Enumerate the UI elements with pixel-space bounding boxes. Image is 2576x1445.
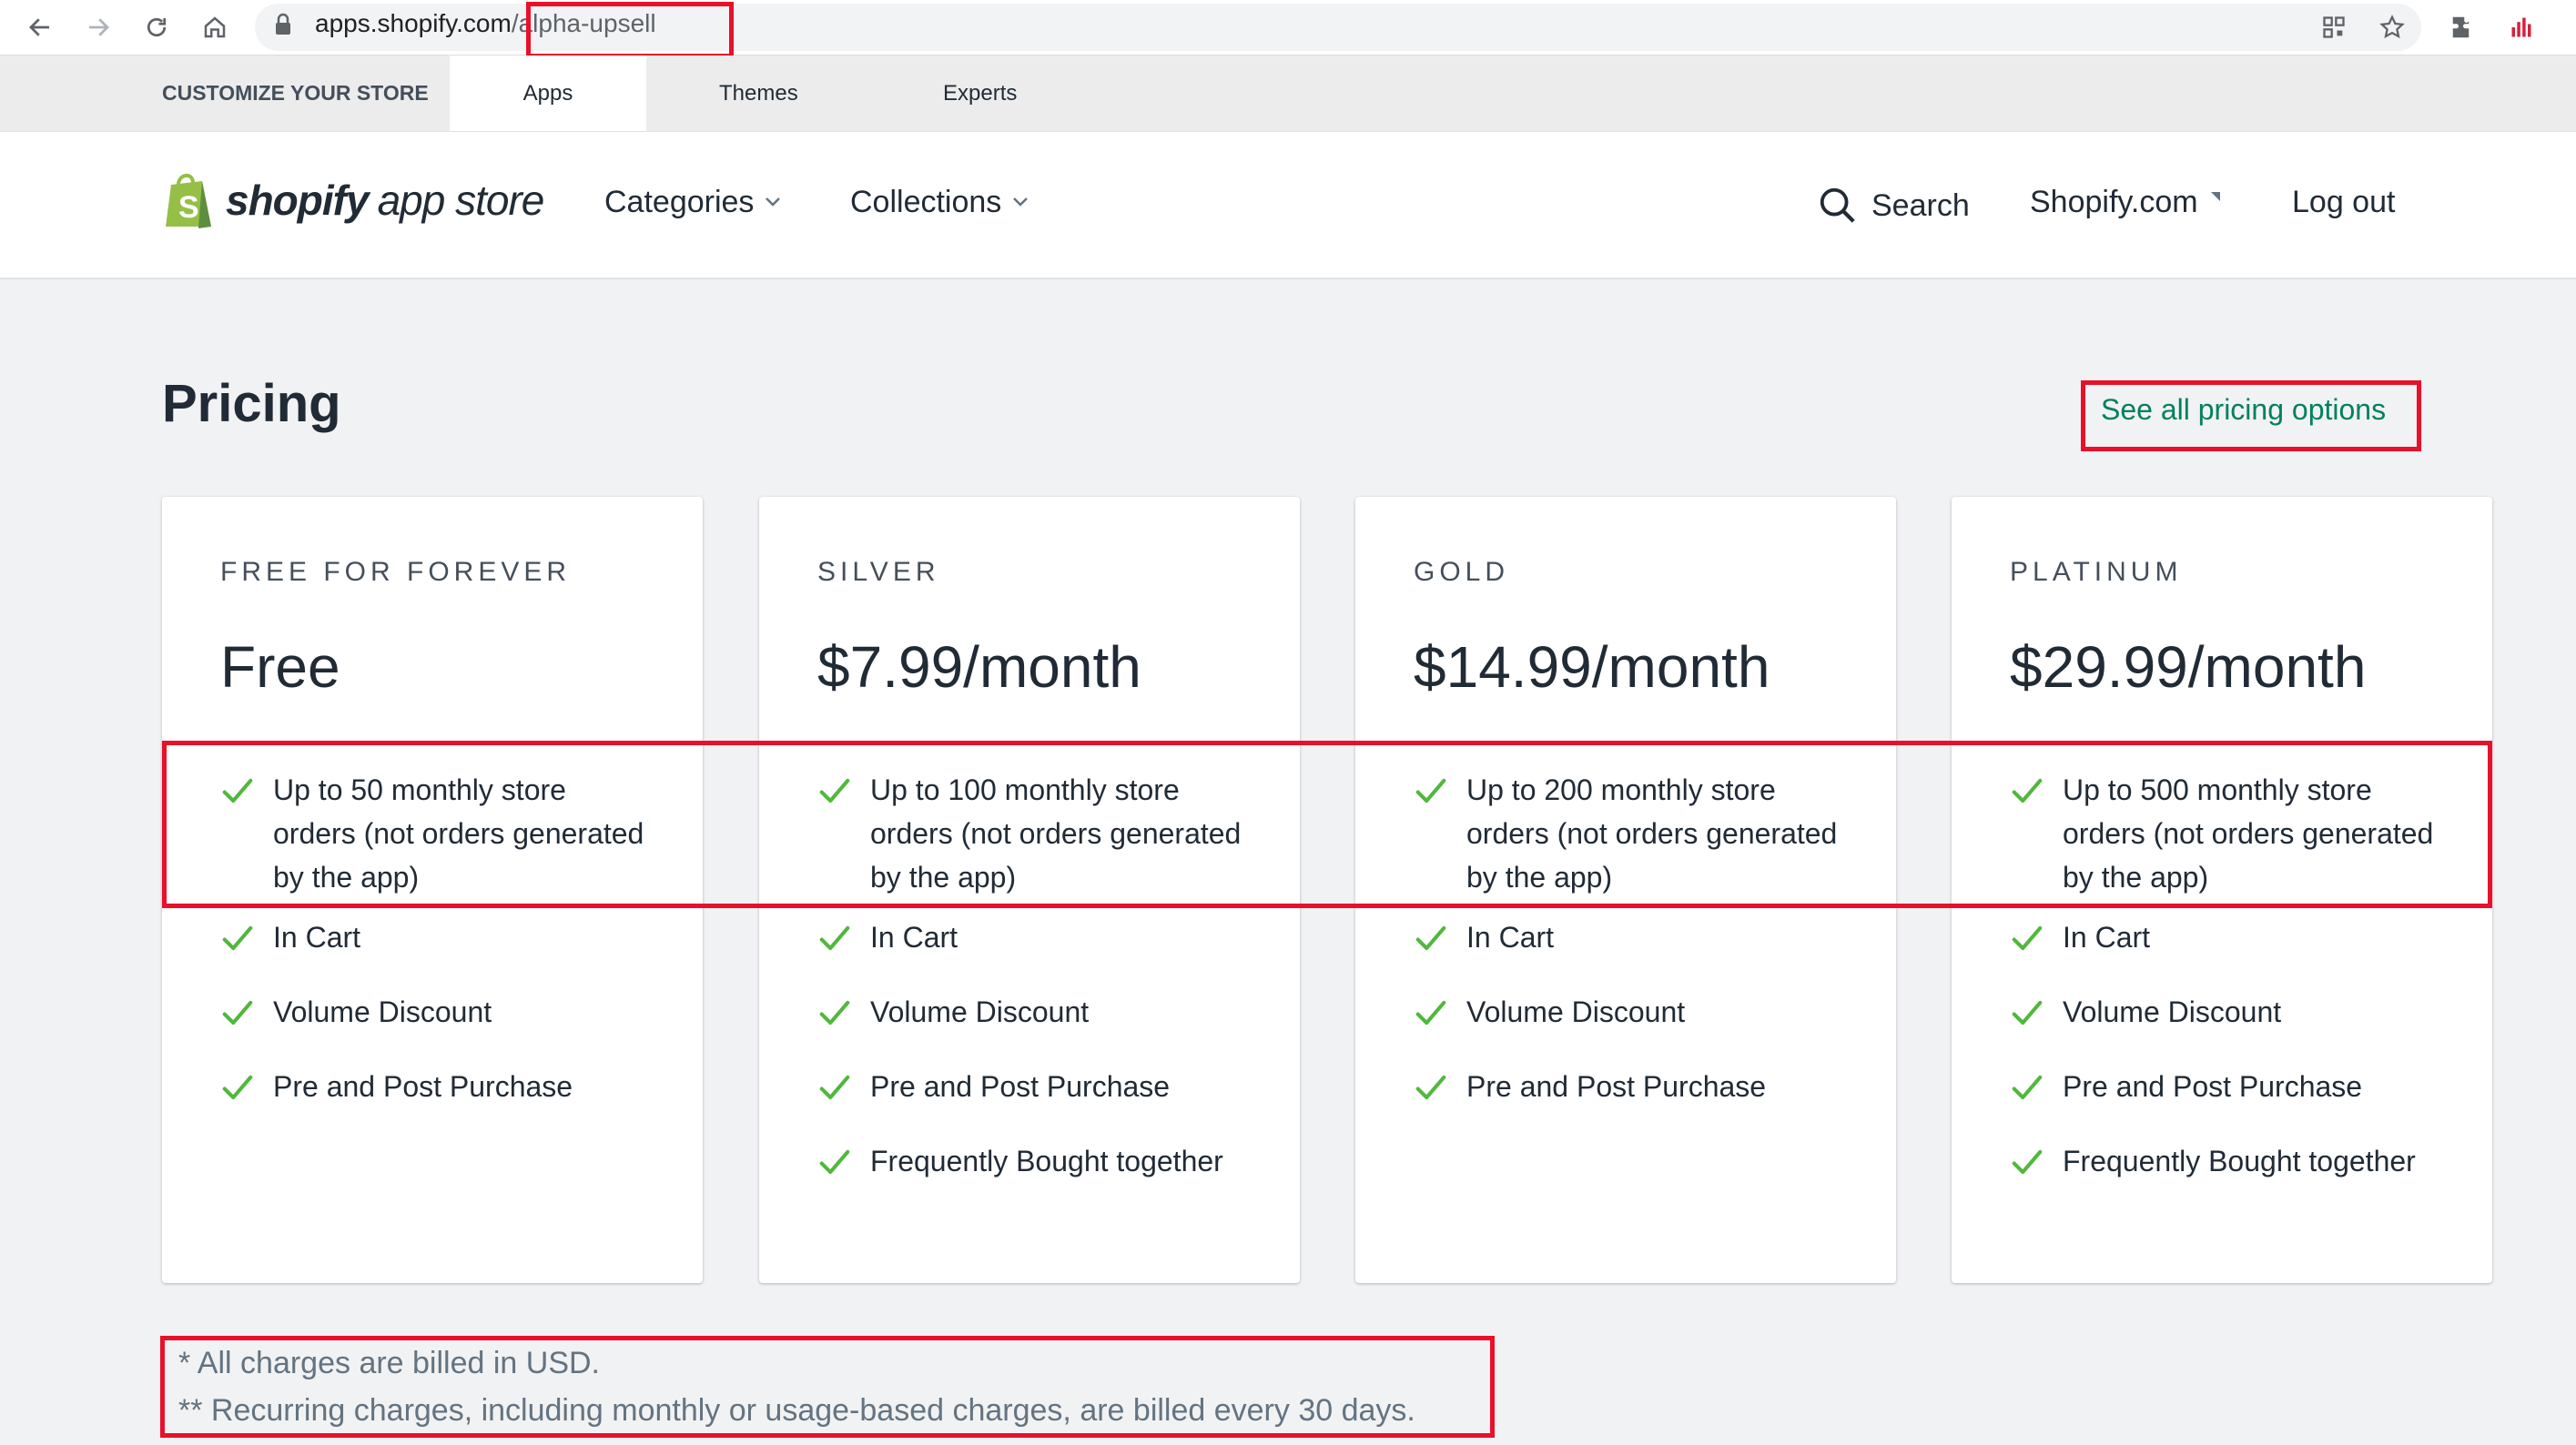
plan-feature: In Cart xyxy=(220,915,655,967)
plan-feature: Pre and Post Purchase xyxy=(2010,1065,2445,1117)
back-arrow-icon[interactable] xyxy=(20,7,60,47)
qr-code-icon[interactable] xyxy=(2314,7,2354,47)
logo-wordmark-bold: shopify xyxy=(226,177,370,224)
plan-name: PLATINUM xyxy=(2010,557,2183,587)
chevron-down-icon xyxy=(765,192,781,213)
plan-feature: Frequently Bought together xyxy=(2010,1139,2445,1191)
plan-feature: In Cart xyxy=(1414,915,1849,967)
plan-feature: Volume Discount xyxy=(817,990,1253,1042)
checkmark-icon xyxy=(817,915,852,967)
shopify-app-store-logo[interactable]: S shopify app store xyxy=(162,168,545,232)
orders-limit-highlight-box xyxy=(162,741,2492,908)
plan-feature: Pre and Post Purchase xyxy=(1414,1065,1849,1117)
svg-text:S: S xyxy=(178,190,199,225)
checkmark-icon xyxy=(2010,915,2044,967)
checkmark-icon xyxy=(1414,1065,1448,1117)
plan-feature-text: Pre and Post Purchase xyxy=(870,1070,1171,1103)
reload-icon[interactable] xyxy=(137,7,177,47)
categories-label: Categories xyxy=(604,185,755,219)
plan-feature-text: In Cart xyxy=(1466,921,1555,954)
plan-price: Free xyxy=(220,634,340,700)
plan-feature-text: Volume Discount xyxy=(273,995,492,1028)
plan-price: $14.99/month xyxy=(1414,634,1770,700)
plan-feature-text: Pre and Post Purchase xyxy=(273,1070,573,1103)
plan-name: GOLD xyxy=(1414,557,1510,587)
external-link-icon xyxy=(2210,191,2220,201)
collections-label: Collections xyxy=(850,185,1002,219)
plan-feature-text: In Cart xyxy=(2063,921,2151,954)
url-highlight-box xyxy=(526,2,734,58)
plan-feature: In Cart xyxy=(817,915,1253,967)
lock-icon xyxy=(275,13,291,36)
plan-feature: Volume Discount xyxy=(2010,990,2445,1042)
pricing-title: Pricing xyxy=(162,374,341,433)
store-nav-strip: CUSTOMIZE YOUR STORE Apps Themes Experts xyxy=(0,56,2576,132)
shopify-com-link[interactable]: Shopify.com xyxy=(2030,185,2222,220)
shopify-com-label: Shopify.com xyxy=(2030,185,2198,219)
logout-link[interactable]: Log out xyxy=(2292,185,2395,220)
search-label: Search xyxy=(1871,187,1970,223)
plan-feature-text: In Cart xyxy=(870,921,958,954)
checkmark-icon xyxy=(2010,990,2044,1042)
checkmark-icon xyxy=(220,990,255,1042)
home-icon[interactable] xyxy=(195,7,235,47)
plan-feature-text: Volume Discount xyxy=(870,995,1090,1028)
checkmark-icon xyxy=(817,990,852,1042)
plan-name: SILVER xyxy=(817,557,940,587)
categories-menu[interactable]: Categories xyxy=(604,185,781,220)
plan-price: $7.99/month xyxy=(817,634,1141,700)
tab-experts[interactable]: Experts xyxy=(943,56,1017,131)
checkmark-icon xyxy=(1414,990,1448,1042)
collections-menu[interactable]: Collections xyxy=(850,185,1029,220)
plan-feature: Pre and Post Purchase xyxy=(817,1065,1253,1117)
star-bookmark-icon[interactable] xyxy=(2372,7,2412,47)
plan-feature-text: Volume Discount xyxy=(2063,995,2282,1028)
footnotes-highlight-box xyxy=(160,1336,1495,1438)
plan-feature-text: Pre and Post Purchase xyxy=(2063,1070,2363,1103)
customize-store-label: CUSTOMIZE YOUR STORE xyxy=(162,81,429,105)
plan-feature-text: Volume Discount xyxy=(1466,995,1686,1028)
plan-feature: Volume Discount xyxy=(220,990,655,1042)
plan-feature: In Cart xyxy=(2010,915,2445,967)
forward-arrow-icon[interactable] xyxy=(78,7,118,47)
checkmark-icon xyxy=(1414,915,1448,967)
plan-feature-text: Frequently Bought together xyxy=(870,1145,1223,1177)
search-link[interactable]: Search xyxy=(1817,185,1970,227)
url-host: apps.shopify.com xyxy=(315,9,512,37)
shopify-bag-icon: S xyxy=(166,174,211,228)
plan-feature-text: In Cart xyxy=(273,921,361,954)
app-store-header: S shopify app store Categories Collectio… xyxy=(0,132,2576,279)
checkmark-icon xyxy=(2010,1139,2044,1191)
logo-wordmark-light: app store xyxy=(377,177,545,224)
plan-feature: Frequently Bought together xyxy=(817,1139,1253,1191)
extensions-puzzle-icon[interactable] xyxy=(2443,7,2483,47)
see-all-highlight-box xyxy=(2081,380,2421,451)
checkmark-icon xyxy=(220,915,255,967)
chevron-down-icon xyxy=(1012,192,1029,213)
checkmark-icon xyxy=(2010,1065,2044,1117)
plan-feature: Pre and Post Purchase xyxy=(220,1065,655,1117)
plan-name: FREE FOR FOREVER xyxy=(220,557,572,587)
search-icon xyxy=(1820,187,1855,223)
checkmark-icon xyxy=(817,1139,852,1191)
browser-toolbar: apps.shopify.com/alpha-upsell xyxy=(0,0,2576,58)
plan-price: $29.99/month xyxy=(2010,634,2367,700)
plan-feature-text: Frequently Bought together xyxy=(2063,1145,2416,1177)
checkmark-icon xyxy=(220,1065,255,1117)
extension-chart-icon[interactable] xyxy=(2501,7,2541,47)
plan-feature: Volume Discount xyxy=(1414,990,1849,1042)
tab-themes[interactable]: Themes xyxy=(719,56,798,131)
plan-feature-text: Pre and Post Purchase xyxy=(1466,1070,1767,1103)
tab-apps[interactable]: Apps xyxy=(450,56,646,131)
checkmark-icon xyxy=(817,1065,852,1117)
